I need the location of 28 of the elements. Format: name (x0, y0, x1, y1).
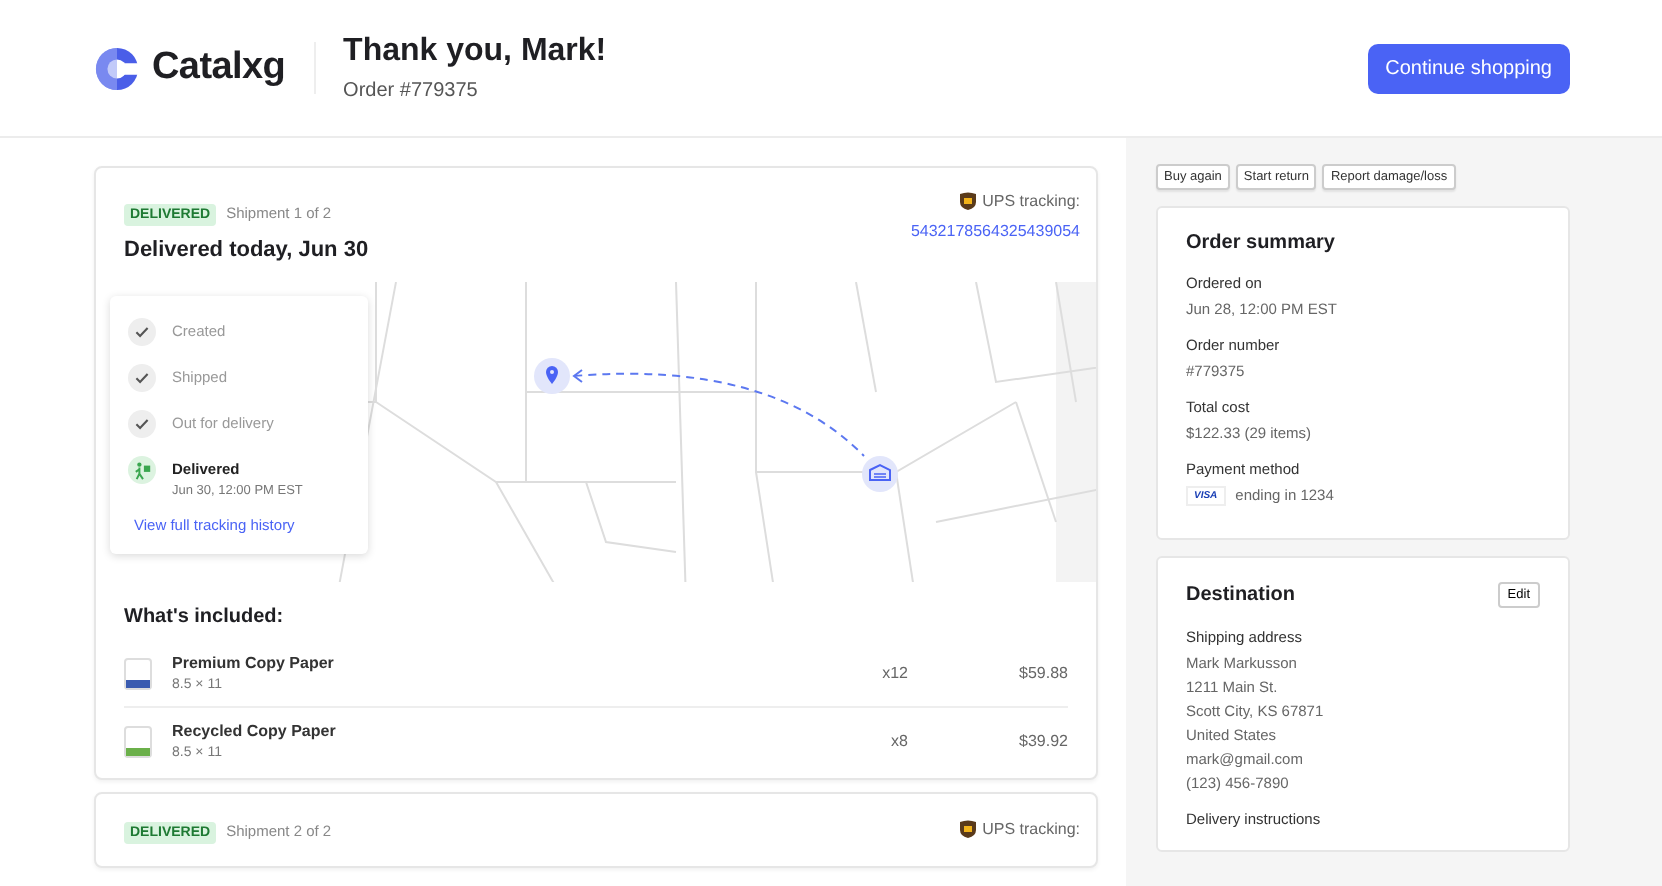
product-name: Premium Copy Paper (172, 654, 334, 672)
shield-icon (960, 192, 977, 210)
product-price: $59.88 (1017, 664, 1068, 682)
product-thumbnail (124, 657, 152, 689)
section-title: What's included: (124, 606, 286, 628)
tracking-number-link[interactable]: 5432178564325439054 (910, 222, 1080, 240)
page-title: Thank you, Mark! (343, 34, 609, 70)
location-pin-icon (534, 358, 570, 394)
check-icon (134, 324, 150, 340)
product-name: Recycled Copy Paper (172, 722, 336, 740)
carrier-label: UPS tracking: (982, 819, 1080, 837)
delivery-headline: Delivered today, Jun 30 (124, 238, 369, 262)
continue-shopping-button[interactable]: Continue shopping (1367, 43, 1570, 93)
product-thumbnail (124, 725, 152, 757)
product-quantity: x12 (880, 664, 908, 682)
warehouse-icon (862, 456, 898, 492)
logo-icon (94, 45, 140, 91)
order-number: Order #779375 (343, 80, 480, 102)
check-icon (134, 416, 150, 432)
shield-icon (960, 819, 977, 837)
person-package-icon (133, 461, 151, 479)
brand-name: Catalxg (152, 46, 286, 90)
card-title: Destination (1186, 584, 1295, 606)
card-title: Order summary (1186, 232, 1337, 254)
product-quantity: x8 (889, 732, 908, 750)
product-price: $39.92 (1017, 732, 1068, 750)
carrier-label: UPS tracking: (982, 192, 1080, 210)
check-icon (134, 370, 150, 386)
